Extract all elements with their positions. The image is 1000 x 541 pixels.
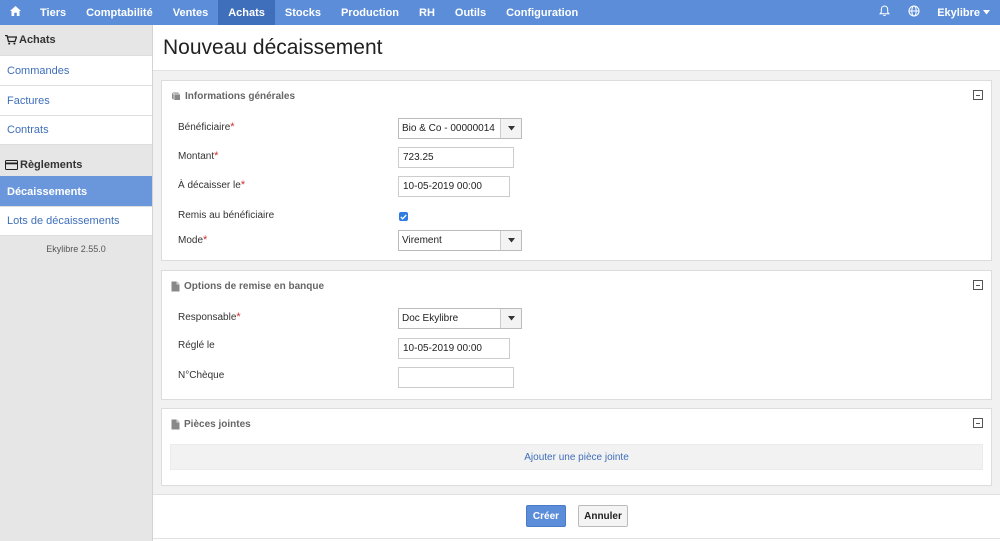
app-version: Ekylibre 2.55.0 <box>46 244 106 254</box>
required-mark: * <box>240 179 246 191</box>
date-label: À décaisser le <box>178 179 241 191</box>
beneficiaire-row: Bénéficiaire * <box>178 121 235 133</box>
responsable-select[interactable]: Doc Ekylibre <box>398 308 522 329</box>
beneficiaire-value: Bio & Co - 00000014 <box>402 123 495 134</box>
nav-home[interactable] <box>0 0 30 25</box>
dropdown-toggle[interactable] <box>500 231 521 250</box>
dropdown-toggle[interactable] <box>500 309 521 328</box>
responsable-label: Responsable <box>178 311 237 323</box>
sidebar-section-reglements: Règlements <box>0 154 152 176</box>
general-info-panel: Informations générales Bénéficiaire * Bio… <box>161 80 992 261</box>
responsable-value: Doc Ekylibre <box>402 313 459 324</box>
page-title: Nouveau décaissement <box>163 36 383 59</box>
cancel-button[interactable]: Annuler <box>578 505 628 527</box>
cart-icon <box>5 35 17 45</box>
credit-card-icon <box>5 160 18 170</box>
collapse-button[interactable] <box>973 280 983 290</box>
nav-item-ventes[interactable]: Ventes <box>163 0 218 25</box>
sidebar-item-lots-de-decaissements[interactable]: Lots de décaissements <box>0 206 152 236</box>
nav-right-group: Ekylibre <box>869 0 1000 25</box>
required-mark: * <box>214 150 219 162</box>
mode-value: Virement <box>402 235 442 246</box>
cheque-label: N°Chèque <box>178 370 225 381</box>
panel-header: Options de remise en banque <box>162 271 991 301</box>
top-navigation-bar: Tiers Comptabilité Ventes Achats Stocks … <box>0 0 1000 25</box>
regle-row: Réglé le <box>178 340 215 351</box>
sidebar-item-decaissements[interactable]: Décaissements <box>0 176 152 206</box>
panel-title: Informations générales <box>185 90 296 102</box>
required-mark: * <box>230 121 235 133</box>
date-input[interactable]: 10-05-2019 00:00 <box>398 176 510 197</box>
home-icon <box>9 6 21 19</box>
create-button[interactable]: Créer <box>526 505 566 527</box>
dropdown-toggle[interactable] <box>500 119 521 138</box>
nav-item-outils[interactable]: Outils <box>445 0 496 25</box>
caret-down-icon <box>983 10 990 15</box>
mode-row: Mode * <box>178 234 207 246</box>
sidebar-section-title: Règlements <box>20 159 83 171</box>
montant-input[interactable]: 723.25 <box>398 147 514 168</box>
required-mark: * <box>203 234 208 246</box>
montant-row: Montant * <box>178 150 218 162</box>
user-menu-label: Ekylibre <box>937 6 980 19</box>
montant-label: Montant <box>178 150 215 162</box>
nav-item-achats[interactable]: Achats <box>218 0 275 25</box>
notifications-button[interactable] <box>869 0 899 25</box>
sidebar: Achats Commandes Factures Contrats Règle… <box>0 25 153 541</box>
sidebar-item-commandes[interactable]: Commandes <box>0 55 152 85</box>
file-icon <box>171 281 180 292</box>
remis-row: Remis au bénéficiaire <box>178 210 274 221</box>
beneficiaire-label: Bénéficiaire <box>178 121 231 133</box>
bank-options-panel: Options de remise en banque Responsable *… <box>161 270 992 400</box>
user-menu[interactable]: Ekylibre <box>929 0 1000 25</box>
required-mark: * <box>236 311 241 323</box>
sidebar-section-achats: Achats <box>0 25 152 55</box>
nav-item-configuration[interactable]: Configuration <box>496 0 588 25</box>
book-icon <box>171 91 181 101</box>
panel-title: Pièces jointes <box>184 418 251 430</box>
collapse-button[interactable] <box>973 418 983 428</box>
remis-checkbox[interactable] <box>399 212 408 221</box>
panel-header: Pièces jointes <box>162 409 991 439</box>
nav-item-tiers[interactable]: Tiers <box>30 0 76 25</box>
check-icon <box>400 211 407 223</box>
main-content: Nouveau décaissement Informations généra… <box>153 25 1000 541</box>
file-icon <box>171 419 180 430</box>
panel-title: Options de remise en banque <box>184 280 325 292</box>
nav-item-rh[interactable]: RH <box>409 0 445 25</box>
caret-down-icon <box>507 235 515 246</box>
form-actions: Créer Annuler <box>153 494 1000 539</box>
sidebar-item-factures[interactable]: Factures <box>0 85 152 115</box>
beneficiaire-select[interactable]: Bio & Co - 00000014 <box>398 118 522 139</box>
nav-item-comptabilite[interactable]: Comptabilité <box>76 0 163 25</box>
regle-label: Réglé le <box>178 340 215 351</box>
cheque-row: N°Chèque <box>178 370 224 381</box>
bell-icon <box>878 5 890 20</box>
sidebar-section-title: Achats <box>19 34 56 46</box>
mode-select[interactable]: Virement <box>398 230 522 251</box>
collapse-button[interactable] <box>973 90 983 100</box>
attachments-panel: Pièces jointes Ajouter une pièce jointe <box>161 408 992 486</box>
remis-label: Remis au bénéficiaire <box>178 210 275 221</box>
cheque-input[interactable] <box>398 367 514 388</box>
nav-item-production[interactable]: Production <box>331 0 409 25</box>
date-row: À décaisser le * <box>178 179 245 191</box>
nav-item-stocks[interactable]: Stocks <box>275 0 331 25</box>
add-attachment-link[interactable]: Ajouter une pièce jointe <box>170 444 983 470</box>
caret-down-icon <box>507 313 515 324</box>
responsable-row: Responsable * <box>178 311 241 323</box>
regle-input[interactable]: 10-05-2019 00:00 <box>398 338 510 359</box>
sidebar-item-contrats[interactable]: Contrats <box>0 115 152 145</box>
globe-icon <box>908 5 920 20</box>
caret-down-icon <box>507 123 515 134</box>
language-button[interactable] <box>899 0 929 25</box>
mode-label: Mode <box>178 234 204 246</box>
form-area: Informations générales Bénéficiaire * Bio… <box>153 70 1000 519</box>
panel-header: Informations générales <box>162 81 991 111</box>
